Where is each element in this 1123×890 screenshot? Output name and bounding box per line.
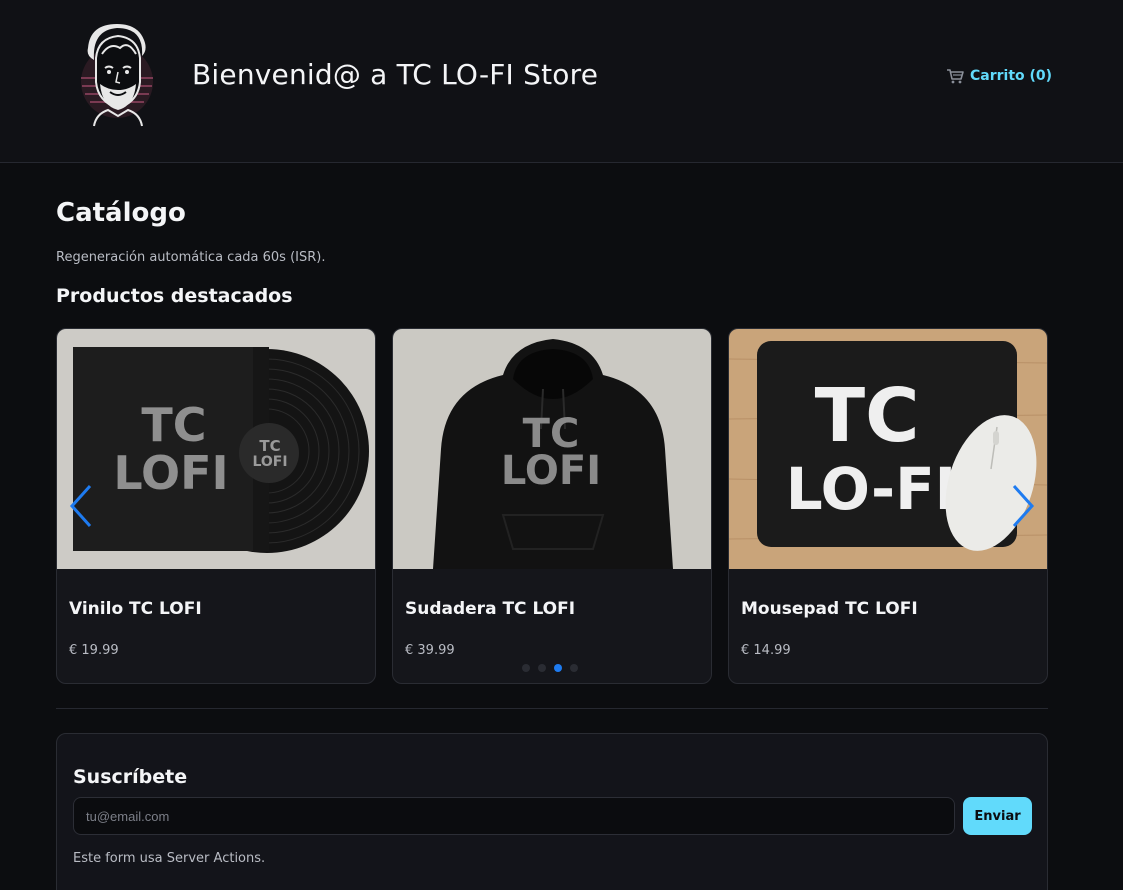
hoodie-print-text-2: LOFI (501, 448, 601, 494)
vinyl-cover-text-2: LOFI (113, 446, 228, 500)
page-title: Catálogo (56, 198, 186, 228)
product-name: Vinilo TC LOFI (69, 599, 202, 619)
cart-icon (947, 69, 964, 84)
product-price: € 19.99 (69, 643, 119, 658)
vinyl-cover-text-1: TC (141, 398, 206, 452)
carousel-dot-1[interactable] (522, 664, 530, 672)
carousel-dots (522, 663, 578, 673)
email-field[interactable] (73, 797, 955, 835)
subscribe-title: Suscríbete (73, 766, 188, 788)
carousel-next-button[interactable] (1008, 482, 1038, 530)
chevron-right-icon (1012, 484, 1035, 528)
site-title: Bienvenid@ a TC LO-FI Store (192, 58, 599, 91)
product-card[interactable]: TC LOFI Sudadera TC LOFI € 39.99 (392, 328, 712, 684)
product-name: Sudadera TC LOFI (405, 599, 576, 619)
mousepad-print-text-1: TC (815, 373, 920, 459)
vinyl-label-text-2: LOFI (252, 454, 287, 470)
carousel-dot-3[interactable] (554, 664, 562, 672)
product-carousel: TC LOFI TC LOFI Vinilo TC LOFI € 19.99 T… (56, 328, 1048, 684)
site-header: Bienvenid@ a TC LO-FI Store Carrito (0) (0, 0, 1123, 163)
mousepad-image: TC LO-FI (729, 329, 1047, 569)
product-card[interactable]: TC LO-FI Mousepad TC LOFI € 14.99 (728, 328, 1048, 684)
carousel-prev-button[interactable] (66, 482, 96, 530)
avatar-logo-icon (81, 24, 153, 127)
mousepad-print-text-2: LO-FI (786, 455, 957, 523)
chevron-left-icon (69, 484, 92, 528)
product-card[interactable]: TC LOFI TC LOFI Vinilo TC LOFI € 19.99 (56, 328, 376, 684)
logo[interactable] (72, 20, 162, 130)
carousel-dot-4[interactable] (570, 664, 578, 672)
cart-label: Carrito (0) (970, 68, 1053, 84)
product-image-mousepad[interactable]: TC LO-FI (729, 329, 1047, 569)
product-image-vinyl[interactable]: TC LOFI TC LOFI (57, 329, 375, 569)
product-image-hoodie[interactable]: TC LOFI (393, 329, 711, 569)
form-note: Este form usa Server Actions. (73, 851, 266, 866)
subscribe-section: Suscríbete Enviar Este form usa Server A… (56, 733, 1048, 890)
product-name: Mousepad TC LOFI (741, 599, 918, 619)
isr-note: Regeneración automática cada 60s (ISR). (56, 250, 326, 265)
vinyl-label-text-1: TC (259, 437, 280, 455)
featured-heading: Productos destacados (56, 285, 293, 307)
cart-link[interactable]: Carrito (0) (946, 66, 1052, 86)
carousel-dot-2[interactable] (538, 664, 546, 672)
send-button[interactable]: Enviar (963, 797, 1032, 835)
product-price: € 14.99 (741, 643, 791, 658)
product-price: € 39.99 (405, 643, 455, 658)
hoodie-image: TC LOFI (393, 329, 711, 569)
section-divider (56, 708, 1048, 709)
vinyl-record-image: TC LOFI TC LOFI (57, 329, 375, 569)
